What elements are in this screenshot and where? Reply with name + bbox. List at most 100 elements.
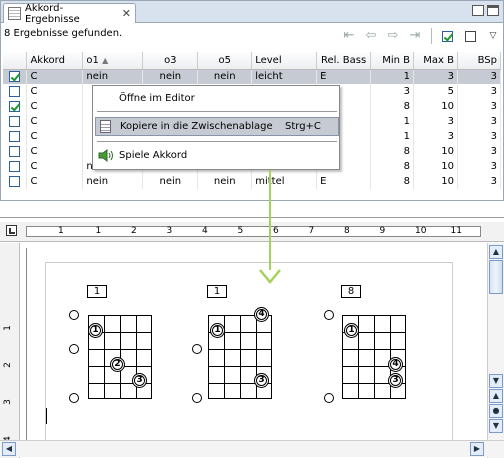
open-string-marker xyxy=(69,393,79,403)
scroll-down-icon[interactable]: ▼ xyxy=(489,374,503,388)
scroll-up-icon[interactable]: ▲ xyxy=(489,245,503,259)
table-header: Akkord o1 ▲ o3 o5 Level Rel. Bass Min B … xyxy=(3,52,502,70)
next-page-icon[interactable]: ▼ xyxy=(489,419,503,433)
row-checkbox[interactable] xyxy=(9,145,21,157)
ruler-number: 1 xyxy=(58,226,64,236)
table-cell: C xyxy=(26,114,84,129)
tab-stop-icon[interactable] xyxy=(6,225,17,236)
forward-icon[interactable]: ⇨ xyxy=(385,28,401,44)
first-icon[interactable]: ⇤ xyxy=(341,28,357,44)
results-panel: Akkord-Ergebnisse ✕ 8 Ergebnisse gefunde… xyxy=(0,0,504,201)
table-cell: C xyxy=(26,84,84,99)
row-checkbox[interactable] xyxy=(9,160,21,172)
last-icon[interactable]: ⇥ xyxy=(407,28,423,44)
minimize-icon[interactable] xyxy=(472,5,484,16)
table-cell: C xyxy=(26,69,84,84)
ruler-track xyxy=(26,226,481,237)
row-checkbox[interactable] xyxy=(9,100,21,112)
finger-marker: 1 xyxy=(210,323,225,338)
table-cell: 3 xyxy=(457,114,502,129)
row-checkbox[interactable] xyxy=(9,115,21,127)
context-menu: Öffne im Editor Kopiere in die Zwischena… xyxy=(92,85,340,170)
row-checkbox-cell[interactable] xyxy=(3,84,28,99)
col-o1[interactable]: o1 ▲ xyxy=(82,52,144,70)
fret-number: 1 xyxy=(87,285,107,298)
prev-page-icon[interactable]: ▲ xyxy=(489,389,503,403)
col-level[interactable]: Level xyxy=(251,52,318,70)
table-cell: C xyxy=(26,144,84,159)
row-checkbox-cell[interactable] xyxy=(3,159,28,174)
horizontal-ruler[interactable]: 1 1 2 3 4 5 6 7 8 9 10 11 xyxy=(0,222,504,242)
col-rel-bass[interactable]: Rel. Bass xyxy=(316,52,372,70)
table-cell: 3 xyxy=(370,84,415,99)
table-cell: C xyxy=(26,129,84,144)
vertical-scrollbar[interactable]: ▲ ▼ ▲ ● ▼ xyxy=(487,243,504,458)
browse-object-icon[interactable]: ● xyxy=(489,404,503,418)
editor-panel: 1 1 2 3 4 5 6 7 8 9 10 11 1234 1 1 2 3 1 4 1 3 8 1 … xyxy=(0,217,504,458)
check-all-icon[interactable] xyxy=(439,28,455,44)
table-cell: 3 xyxy=(457,99,502,114)
speaker-icon xyxy=(98,149,113,162)
drag-arrow-head xyxy=(259,269,281,284)
row-checkbox-cell[interactable] xyxy=(3,69,28,84)
col-max-b[interactable]: Max B xyxy=(413,52,458,70)
scroll-left-icon[interactable]: ◀ xyxy=(2,442,16,456)
fret-number: 8 xyxy=(341,285,361,298)
col-o3[interactable]: o3 xyxy=(142,52,199,70)
table-cell: 10 xyxy=(413,144,458,159)
row-checkbox[interactable] xyxy=(9,175,21,187)
open-string-marker xyxy=(324,310,334,320)
ruler-number: 11 xyxy=(450,226,462,236)
menu-copy-shortcut: Strg+C xyxy=(285,121,321,132)
col-min-b[interactable]: Min B xyxy=(370,52,415,70)
row-checkbox-cell[interactable] xyxy=(3,114,28,129)
col-o1-label: o1 xyxy=(86,54,99,66)
col-check[interactable] xyxy=(3,52,28,70)
menu-copy-clipboard[interactable]: Kopiere in die Zwischenablage Strg+C xyxy=(95,117,339,136)
menu-open-editor[interactable]: Öffne im Editor xyxy=(95,89,339,108)
table-cell: 3 xyxy=(457,129,502,144)
ruler-number: 6 xyxy=(273,226,279,236)
ruler-number: 9 xyxy=(379,226,386,236)
row-checkbox-cell[interactable] xyxy=(3,174,28,189)
close-icon[interactable]: ✕ xyxy=(122,7,131,20)
status-text: 8 Ergebnisse gefunden. xyxy=(4,28,123,39)
ruler-number: 2 xyxy=(131,226,137,236)
table-cell: 3 xyxy=(457,69,502,84)
view-menu-icon[interactable]: ▽ xyxy=(485,28,501,44)
menu-play-chord[interactable]: Spiele Akkord xyxy=(95,146,339,165)
open-string-marker xyxy=(192,344,202,354)
scroll-right-icon[interactable]: ▶ xyxy=(470,442,484,456)
table-cell: 10 xyxy=(413,174,458,189)
table-icon xyxy=(8,7,21,20)
table-cell: C xyxy=(26,174,84,189)
table-row[interactable]: Cnein nein nein leicht E 1 3 3 xyxy=(3,69,502,84)
row-checkbox[interactable] xyxy=(9,71,21,82)
table-cell: 8 xyxy=(370,144,415,159)
row-checkbox[interactable] xyxy=(9,130,21,142)
uncheck-all-icon[interactable] xyxy=(462,28,478,44)
table-cell: leicht xyxy=(251,69,318,84)
ruler-number: 10 xyxy=(415,226,427,236)
back-icon[interactable]: ⇦ xyxy=(363,28,379,44)
horizontal-scrollbar[interactable]: ◀ ▶ xyxy=(0,440,504,457)
table-row[interactable]: CneinneinneinmittelE8103 xyxy=(3,174,502,189)
maximize-icon[interactable] xyxy=(487,5,499,16)
scroll-thumb[interactable] xyxy=(489,260,503,294)
row-checkbox[interactable] xyxy=(9,85,21,97)
row-checkbox-cell[interactable] xyxy=(3,129,28,144)
table-cell: 3 xyxy=(413,114,458,129)
table-cell: E xyxy=(316,69,372,84)
tab-akkord-ergebnisse[interactable]: Akkord-Ergebnisse ✕ xyxy=(3,3,136,25)
ruler-number: 7 xyxy=(308,226,315,236)
menu-play-label: Spiele Akkord xyxy=(119,150,188,161)
clipboard-icon xyxy=(100,120,111,133)
table-cell: 10 xyxy=(413,99,458,114)
table-cell: E xyxy=(316,174,372,189)
row-checkbox-cell[interactable] xyxy=(3,99,28,114)
row-checkbox-cell[interactable] xyxy=(3,144,28,159)
table-cell: 1 xyxy=(370,69,415,84)
col-o5[interactable]: o5 xyxy=(197,52,253,70)
col-bsp[interactable]: BSp xyxy=(457,52,502,70)
col-akkord[interactable]: Akkord xyxy=(26,52,84,70)
